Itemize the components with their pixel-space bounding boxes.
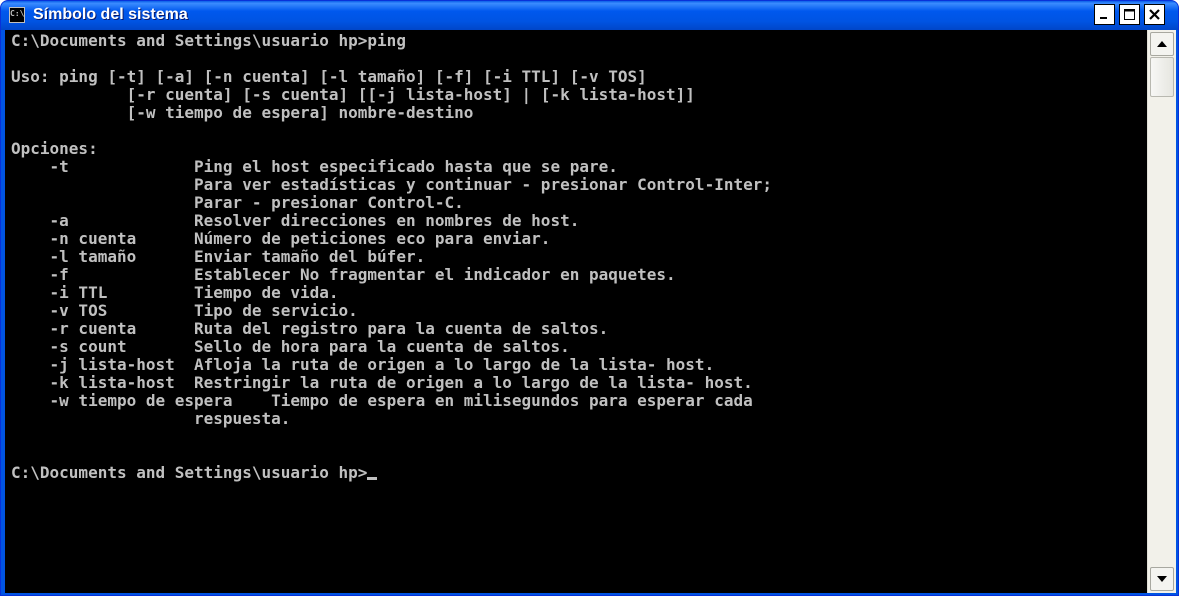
console-line: -a Resolver direcciones en nombres de ho… xyxy=(11,211,580,230)
console-line: -k lista-host Restringir la ruta de orig… xyxy=(11,373,753,392)
console-line: Parar - presionar Control-C. xyxy=(11,193,464,212)
command-prompt-window: C:\ Símbolo del sistema C:\Documents and… xyxy=(0,0,1179,596)
close-icon xyxy=(1149,9,1160,20)
title-bar[interactable]: C:\ Símbolo del sistema xyxy=(1,1,1178,30)
maximize-icon xyxy=(1124,9,1135,20)
arrow-down-icon xyxy=(1157,576,1167,582)
console-line: respuesta. xyxy=(11,409,291,428)
vertical-scrollbar[interactable] xyxy=(1147,30,1176,593)
scroll-up-button[interactable] xyxy=(1150,32,1174,56)
command-prompt: C:\Documents and Settings\usuario hp> xyxy=(11,463,368,482)
console-line: Para ver estadísticas y continuar - pres… xyxy=(11,175,772,194)
console-line: [-w tiempo de espera] nombre-destino xyxy=(11,103,474,122)
console-text: C:\Documents and Settings\usuario hp>pin… xyxy=(5,30,1147,482)
cmd-icon[interactable]: C:\ xyxy=(9,7,25,23)
console-line: -s count Sello de hora para la cuenta de… xyxy=(11,337,570,356)
scrollbar-thumb[interactable] xyxy=(1150,57,1174,97)
console-line: -r cuenta Ruta del registro para la cuen… xyxy=(11,319,609,338)
console-line: -n cuenta Número de peticiones eco para … xyxy=(11,229,551,248)
console-line: -i TTL Tiempo de vida. xyxy=(11,283,339,302)
console-lines: C:\Documents and Settings\usuario hp>pin… xyxy=(11,31,772,428)
console-line: -w tiempo de espera Tiempo de espera en … xyxy=(11,391,753,410)
console-line: -j lista-host Afloja la ruta de origen a… xyxy=(11,355,715,374)
console-line: -v TOS Tipo de servicio. xyxy=(11,301,358,320)
console-line: C:\Documents and Settings\usuario hp>pin… xyxy=(11,31,406,50)
console-line: -l tamaño Enviar tamaño del búfer. xyxy=(11,247,426,266)
console-line: -f Establecer No fragmentar el indicador… xyxy=(11,265,676,284)
window-title: Símbolo del sistema xyxy=(33,6,188,23)
console-output[interactable]: C:\Documents and Settings\usuario hp>pin… xyxy=(5,30,1147,593)
minimize-icon xyxy=(1100,17,1107,19)
console-line: Opciones: xyxy=(11,139,98,158)
maximize-button[interactable] xyxy=(1119,4,1140,25)
console-line: -t Ping el host especificado hasta que s… xyxy=(11,157,618,176)
close-button[interactable] xyxy=(1144,4,1165,25)
arrow-up-icon xyxy=(1157,41,1167,47)
scroll-down-button[interactable] xyxy=(1150,567,1174,591)
console-line: [-r cuenta] [-s cuenta] [[-j lista-host]… xyxy=(11,85,695,104)
console-line: Uso: ping [-t] [-a] [-n cuenta] [-l tama… xyxy=(11,67,647,86)
minimize-button[interactable] xyxy=(1094,4,1115,25)
text-cursor xyxy=(367,477,378,480)
